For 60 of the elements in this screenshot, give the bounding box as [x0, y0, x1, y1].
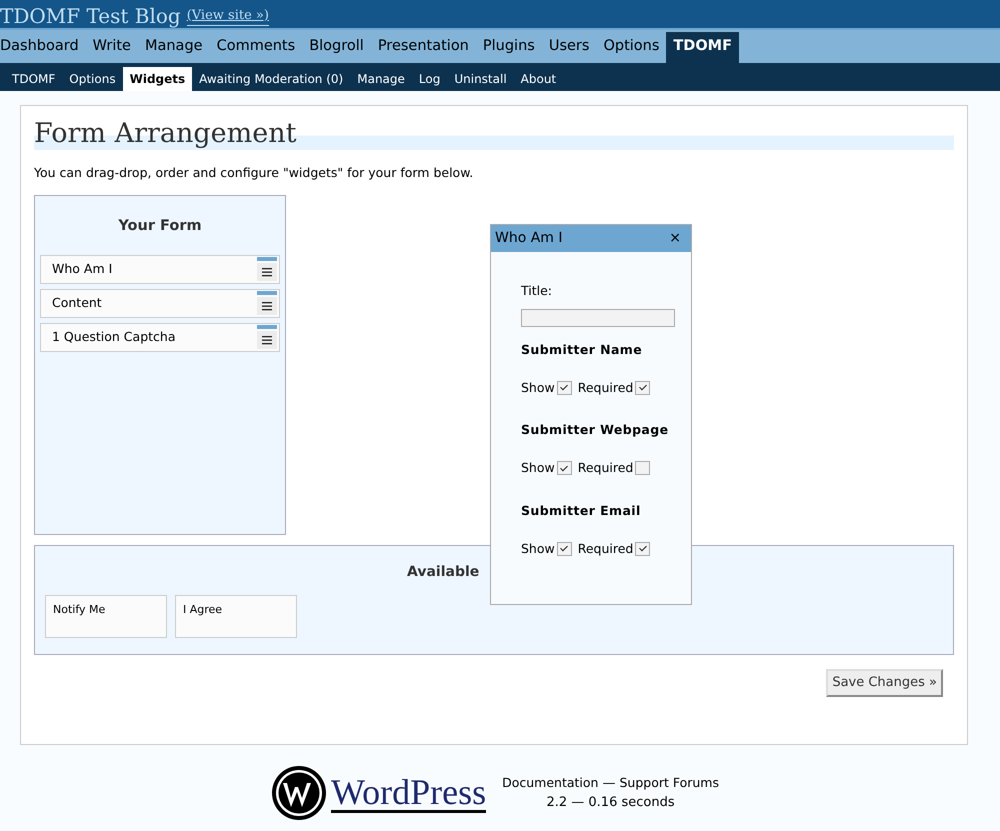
menu-tab[interactable]: TDOMF: [666, 32, 739, 63]
support-link[interactable]: Support Forums: [619, 774, 719, 790]
menu-tab[interactable]: Presentation: [370, 32, 476, 63]
view-site-link[interactable]: (View site »): [186, 6, 269, 26]
dialog-title: Who Am I: [495, 229, 563, 248]
checkbox[interactable]: [635, 542, 650, 556]
widget-item[interactable]: Who Am I: [40, 254, 280, 284]
menu-tab[interactable]: Plugins: [476, 32, 542, 63]
submenu-tab[interactable]: Log: [412, 66, 448, 91]
widget-label: Who Am I: [52, 260, 112, 278]
widget-item[interactable]: I Agree: [175, 595, 297, 638]
widget-item[interactable]: 1 Question Captcha: [40, 322, 280, 352]
checkbox[interactable]: [556, 380, 572, 395]
logo-icon: [271, 765, 327, 821]
checkbox[interactable]: [556, 542, 572, 556]
checkbox[interactable]: [635, 380, 650, 395]
widget-label: 1 Question Captcha: [52, 328, 176, 346]
menu-tab[interactable]: Manage: [138, 32, 210, 63]
checkbox-label: Required: [578, 459, 634, 477]
menu-tab[interactable]: Users: [542, 32, 596, 63]
checkbox-label: Show: [521, 540, 555, 558]
submenu-tab[interactable]: Options: [62, 66, 123, 91]
section-heading: Submitter Email: [521, 502, 642, 520]
submenu-tab[interactable]: TDOMF: [5, 66, 62, 91]
handle-icon[interactable]: [257, 290, 277, 316]
checkbox-label: Show: [521, 459, 555, 477]
menu-tab[interactable]: Comments: [210, 32, 302, 63]
section-heading: Submitter Name: [521, 340, 644, 359]
intro-text: You can drag-drop, order and configure "widgets" for your form below.: [34, 164, 474, 182]
handle-icon[interactable]: [257, 256, 277, 282]
logo-text: WordPress: [331, 774, 486, 812]
submenu-tab[interactable]: Awaiting Moderation (0): [192, 66, 350, 91]
checkbox[interactable]: [635, 461, 650, 476]
documentation-link[interactable]: Documentation: [502, 774, 598, 790]
menu-tab[interactable]: Options: [596, 32, 666, 63]
submenu-tab[interactable]: Manage: [350, 66, 412, 91]
site-title: TDOMF Test Blog: [0, 6, 181, 26]
field-label: Title:: [521, 282, 553, 300]
submenu-tab[interactable]: Widgets: [122, 66, 192, 91]
separator-text: —: [602, 776, 616, 790]
submenu-tab[interactable]: About: [514, 66, 564, 91]
menu-tab[interactable]: Dashboard: [0, 32, 86, 63]
version-text: 2.2 — 0.16 seconds: [545, 794, 676, 812]
menu-tab[interactable]: Write: [86, 32, 138, 63]
panel-title: Available: [407, 563, 480, 582]
handle-icon[interactable]: [257, 324, 277, 350]
widget-item[interactable]: Content: [40, 288, 280, 318]
widget-item[interactable]: Notify Me: [45, 595, 167, 638]
panel-title: Your Form: [117, 217, 203, 236]
submenu-tab[interactable]: Uninstall: [447, 66, 514, 91]
section-heading: Submitter Webpage: [521, 421, 670, 440]
widget-label: Content: [52, 294, 102, 312]
close-button[interactable]: ×: [669, 228, 681, 249]
checkbox[interactable]: [556, 461, 572, 476]
title-field[interactable]: [521, 308, 675, 327]
checkbox-label: Show: [521, 378, 555, 396]
checkbox-label: Required: [578, 378, 634, 397]
menu-tab[interactable]: Blogroll: [302, 32, 371, 63]
save-button[interactable]: Save Changes »: [826, 669, 943, 697]
checkbox-label: Required: [578, 540, 634, 558]
